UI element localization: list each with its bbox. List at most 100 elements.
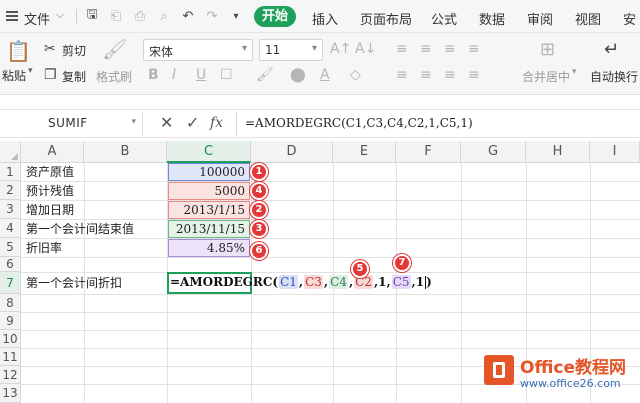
align-left-icon[interactable]: ≡ [396, 67, 408, 83]
cell-a3[interactable]: 增加日期 [21, 200, 167, 220]
fill-color-icon[interactable]: 🖌 [256, 67, 274, 83]
cell-c2[interactable]: 5000 [168, 182, 250, 200]
formula-separator: , [386, 275, 391, 289]
align-middle-icon[interactable]: ≡ [420, 41, 432, 57]
tab-review[interactable]: 审阅 [527, 9, 553, 28]
format-painter-button[interactable]: 格式刷 [96, 68, 132, 85]
font-size-select[interactable]: 11 ▾ [259, 39, 323, 61]
align-bottom-icon[interactable]: ≡ [444, 41, 456, 57]
name-box-value: SUMIF [48, 116, 88, 130]
align-top-icon[interactable]: ≡ [396, 41, 408, 57]
formula-arg-c3: C3 [304, 275, 323, 289]
column-header-g[interactable]: G [461, 141, 526, 163]
column-header-i[interactable]: I [590, 141, 640, 163]
tab-security[interactable]: 安 [623, 9, 636, 28]
tab-insert[interactable]: 插入 [312, 9, 338, 28]
customize-quick-access-icon[interactable]: ▾ [228, 8, 244, 24]
cell-c7-formula[interactable]: =AMORDEGRC(C1, C3, C4, C2,1, C5,1) [170, 275, 432, 289]
file-menu[interactable]: 文件 [24, 9, 50, 28]
row-header-2[interactable]: 2 [0, 181, 21, 200]
orientation-icon[interactable]: ≡ [468, 41, 480, 57]
chevron-down-icon[interactable]: ⌵ [56, 8, 64, 22]
column-header-b[interactable]: B [84, 141, 167, 163]
cell-a5[interactable]: 折旧率 [21, 238, 167, 258]
cell-a7[interactable]: 第一个会计间折扣 [21, 273, 167, 293]
formula-input[interactable]: =AMORDEGRC(C1,C3,C4,C2,1,C5,1) [236, 112, 640, 136]
confirm-icon[interactable]: ✓ [186, 113, 199, 132]
row-header-3[interactable]: 3 [0, 200, 21, 219]
column-header-c[interactable]: C [167, 141, 251, 163]
italic-icon[interactable]: I [172, 67, 176, 83]
tab-data[interactable]: 数据 [479, 9, 505, 28]
wrap-text-button[interactable]: 自动换行 [590, 68, 638, 85]
row-header-8[interactable]: 8 [0, 294, 21, 312]
merge-center-button[interactable]: 合并居中 [522, 68, 570, 85]
select-all-corner[interactable] [0, 141, 21, 163]
font-color-icon[interactable]: A [320, 67, 330, 83]
office-logo-icon [484, 355, 514, 385]
cell-a1[interactable]: 资产原值 [21, 162, 167, 182]
tab-view[interactable]: 视图 [575, 9, 601, 28]
step-badge: 7 [393, 254, 411, 272]
copy-button[interactable]: 复制 [62, 68, 86, 85]
cell-c5[interactable]: 4.85% [168, 239, 250, 257]
cell-a4[interactable]: 第一个会计间结束值 [21, 219, 167, 239]
row-header-13[interactable]: 13 [0, 384, 21, 403]
column-header-e[interactable]: E [333, 141, 396, 163]
print-preview-icon[interactable]: ⌕ [156, 8, 172, 24]
align-center-icon[interactable]: ≡ [420, 67, 432, 83]
underline-icon[interactable]: U [196, 67, 206, 83]
redo-icon[interactable]: ↷ [204, 8, 220, 24]
shading-icon[interactable]: ⬤ [290, 67, 306, 83]
cell-c3[interactable]: 2013/1/15 [168, 201, 250, 219]
merge-center-icon[interactable]: ⊞ [540, 39, 555, 60]
name-box[interactable]: SUMIF ▾ [0, 112, 143, 136]
copy-icon[interactable]: ❐ [44, 67, 57, 83]
row-header-1[interactable]: 1 [0, 163, 21, 181]
paste-dropdown-icon[interactable]: ▾ [28, 66, 33, 76]
row-header-10[interactable]: 10 [0, 330, 21, 348]
paste-button[interactable]: 粘贴 [2, 67, 26, 84]
column-header-f[interactable]: F [396, 141, 461, 163]
row-header-4[interactable]: 4 [0, 219, 21, 238]
cell-a2[interactable]: 预计残值 [21, 181, 167, 201]
cell-c4[interactable]: 2013/11/15 [168, 220, 250, 238]
paste-icon[interactable]: 📋 [6, 39, 31, 63]
distribute-icon[interactable]: ≡ [468, 67, 480, 83]
align-right-icon[interactable]: ≡ [444, 67, 456, 83]
undo-icon[interactable]: ↶ [180, 8, 196, 24]
column-header-h[interactable]: H [526, 141, 590, 163]
save-icon[interactable]: 🖫 [84, 7, 100, 24]
row-header-12[interactable]: 12 [0, 366, 21, 384]
cut-button[interactable]: 剪切 [62, 42, 86, 59]
insert-function-button[interactable]: fx [210, 115, 223, 131]
wrap-text-icon[interactable]: ↵ [604, 39, 619, 60]
tab-formulas[interactable]: 公式 [431, 9, 457, 28]
export-icon[interactable]: ⎗ [108, 8, 124, 24]
borders-icon[interactable]: ☐ [220, 67, 233, 83]
tab-start[interactable]: 开始 [254, 6, 296, 27]
row-header-9[interactable]: 9 [0, 312, 21, 330]
chevron-down-icon[interactable]: ▾ [572, 67, 577, 77]
font-name-select[interactable]: 宋体 ▾ [143, 39, 253, 61]
cancel-icon[interactable]: ✕ [160, 113, 173, 132]
bold-icon[interactable]: B [148, 67, 159, 83]
column-header-d[interactable]: D [251, 141, 333, 163]
column-header-a[interactable]: A [21, 141, 84, 163]
increase-font-icon[interactable]: A↑ [330, 41, 351, 57]
scissors-icon[interactable]: ✂ [44, 41, 56, 57]
chevron-down-icon[interactable]: ▾ [131, 117, 136, 127]
row-header-7[interactable]: 7 [0, 272, 21, 294]
font-size-value: 11 [265, 43, 281, 57]
row-header-11[interactable]: 11 [0, 348, 21, 366]
tab-page-layout[interactable]: 页面布局 [360, 9, 412, 28]
cell-c1[interactable]: 100000 [168, 163, 250, 181]
row-header-5[interactable]: 5 [0, 238, 21, 257]
format-painter-icon[interactable]: 🖌 [102, 37, 127, 61]
clear-format-icon[interactable]: ◇ [350, 67, 361, 83]
ribbon: 📋 粘贴 ▾ ✂ 剪切 ❐ 复制 🖌 格式刷 宋体 ▾ 11 ▾ A↑ A↓ B… [0, 33, 640, 95]
decrease-font-icon[interactable]: A↓ [355, 41, 376, 57]
row-header-6[interactable]: 6 [0, 257, 21, 272]
hamburger-menu-icon[interactable] [6, 11, 18, 21]
print-icon[interactable]: ⎙ [132, 8, 148, 24]
